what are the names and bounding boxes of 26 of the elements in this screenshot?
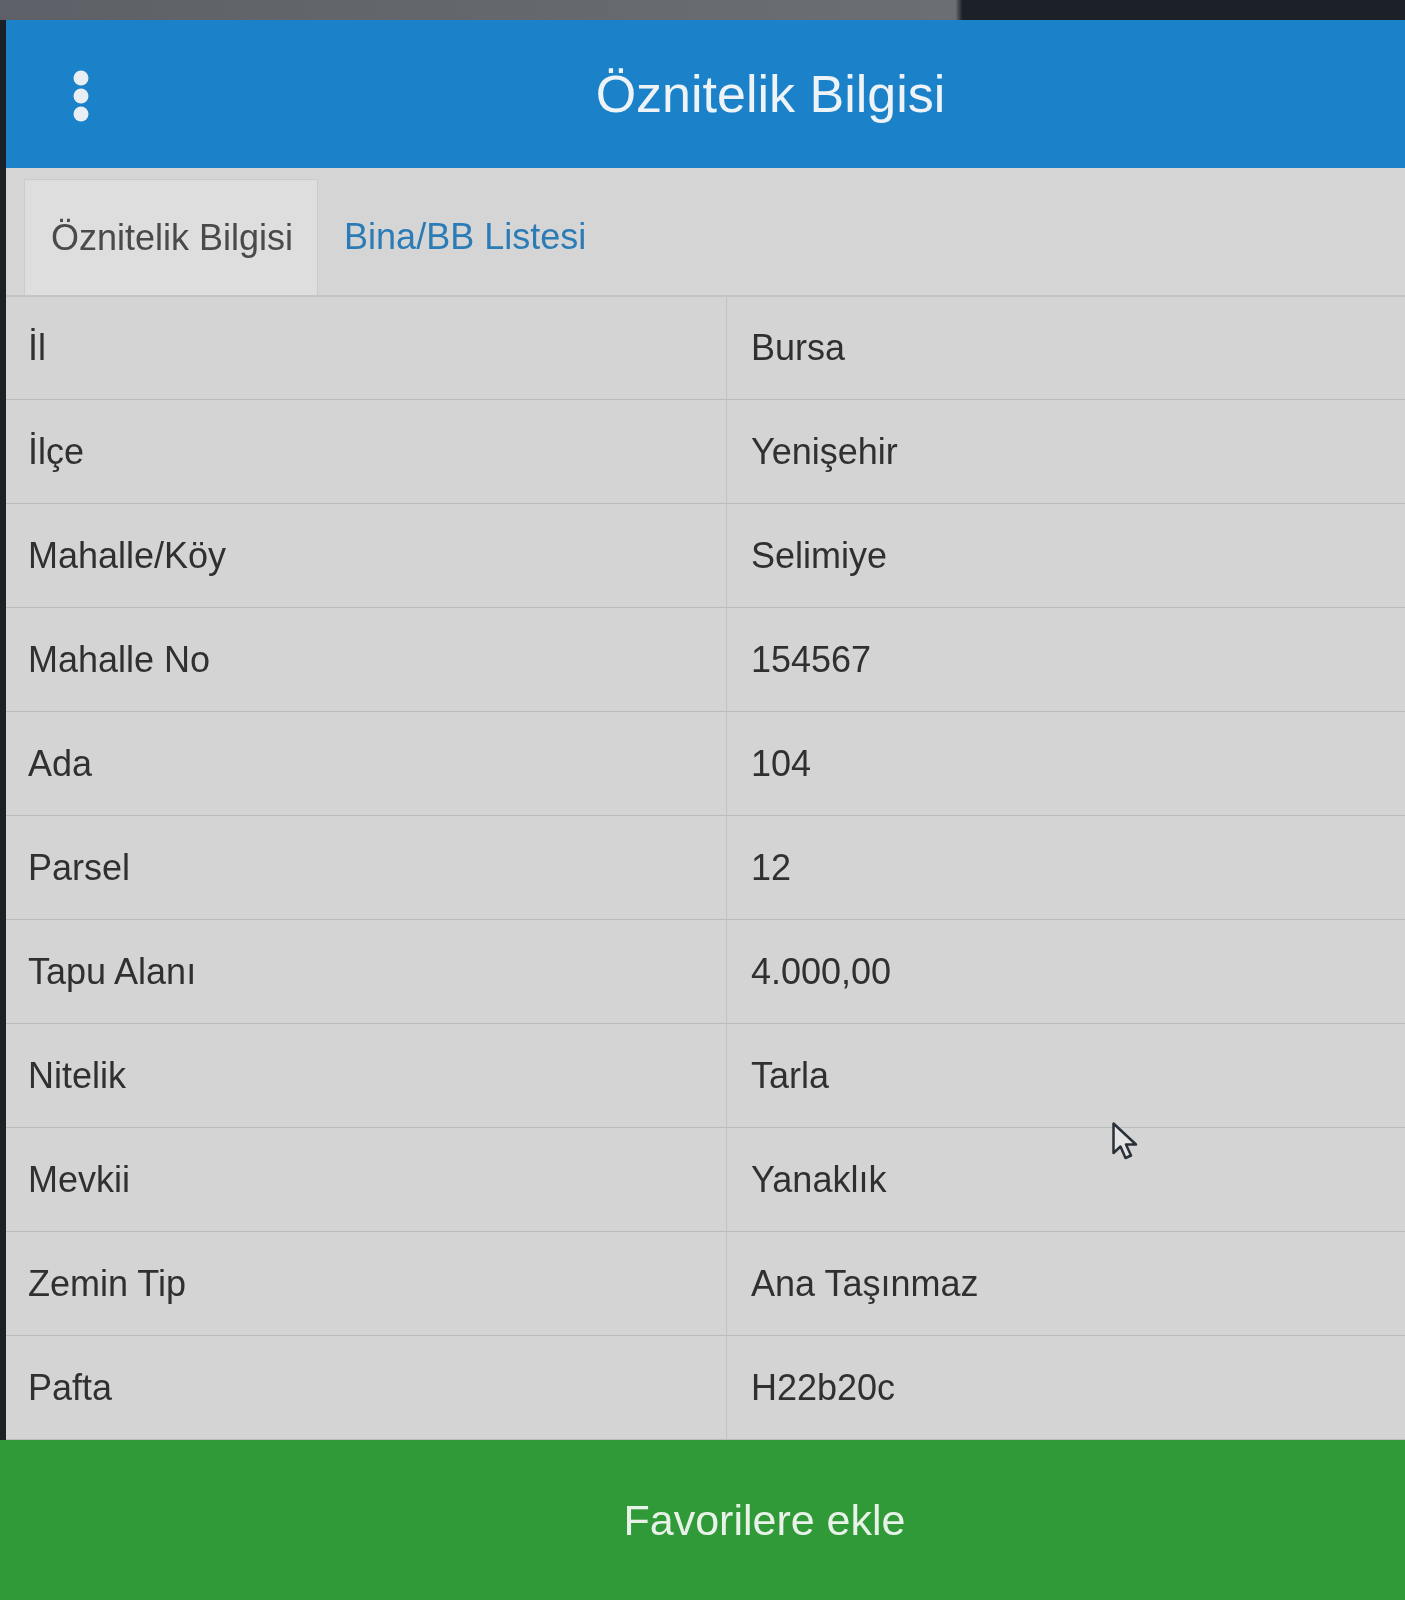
attribute-label: Nitelik [28,1054,126,1097]
attribute-value: Yenişehir [751,430,898,473]
attribute-label: Pafta [28,1366,113,1409]
tab[interactable]: Bina/BB Listesi [318,179,611,295]
attribute-value: Yanaklık [751,1158,887,1201]
attribute-value: 12 [751,846,792,889]
attribute-label: Mahalle No [28,638,211,681]
attribute-label: Tapu Alanı [28,950,197,993]
attribute-label: Mevkii [28,1158,130,1201]
attribute-value: Bursa [751,327,846,369]
attribute-label: İl [28,327,46,369]
attribute-value: Tarla [751,1054,830,1097]
attribute-label: İlçe [28,430,85,473]
attribute-value: H22b20c [751,1366,896,1409]
attribute-label: Zemin Tip [28,1262,187,1305]
attribute-label: Parsel [28,846,131,889]
add-to-favorites-button[interactable]: Favorilere ekle [0,1440,1405,1600]
attribute-value: Ana Taşınmaz [751,1262,979,1305]
tab[interactable]: Öznitelik Bilgisi [24,179,319,295]
attribute-value: 4.000,00 [751,950,892,993]
attribute-label: Mahalle/Köy [28,534,227,577]
header-title: Öznitelik Bilgisi [595,64,946,124]
attribute-value: 104 [751,742,812,785]
attribute-value: 154567 [751,638,872,681]
attribute-label: Ada [28,742,93,785]
attribute-value: Selimiye [751,534,888,577]
